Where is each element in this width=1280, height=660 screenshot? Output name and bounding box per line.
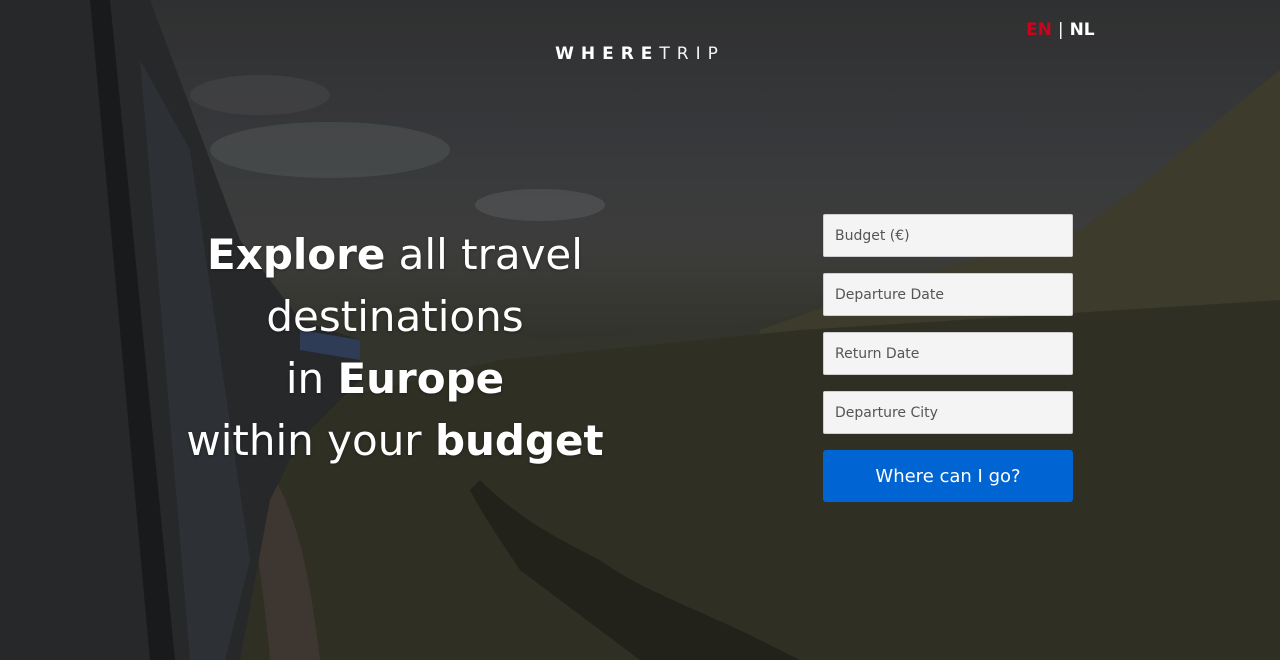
brand-logo-light: TRIP: [659, 44, 725, 64]
brand-logo-bold: WHERE: [555, 44, 660, 64]
lang-separator: |: [1057, 20, 1064, 40]
budget-input[interactable]: [823, 214, 1073, 257]
headline-explore: Explore: [207, 230, 386, 279]
where-can-i-go-button[interactable]: Where can I go?: [823, 450, 1073, 502]
lang-option-nl[interactable]: NL: [1070, 20, 1095, 40]
headline-line3-pre: in: [285, 354, 338, 403]
return-date-input[interactable]: [823, 332, 1073, 375]
headline-line1-rest: all travel: [385, 230, 583, 279]
trip-search-form: Where can I go?: [823, 214, 1073, 502]
headline-line2: destinations: [266, 292, 524, 341]
departure-date-input[interactable]: [823, 273, 1073, 316]
departure-city-input[interactable]: [823, 391, 1073, 434]
lang-option-en[interactable]: EN: [1026, 20, 1052, 40]
hero-headline: Explore all travel destinations in Europ…: [150, 224, 640, 472]
language-switcher: EN | NL: [1026, 20, 1095, 40]
headline-line4-pre: within your: [186, 416, 435, 465]
headline-budget: budget: [434, 416, 604, 465]
headline-europe: Europe: [337, 354, 505, 403]
brand-logo[interactable]: WHERETRIP: [0, 44, 1280, 64]
